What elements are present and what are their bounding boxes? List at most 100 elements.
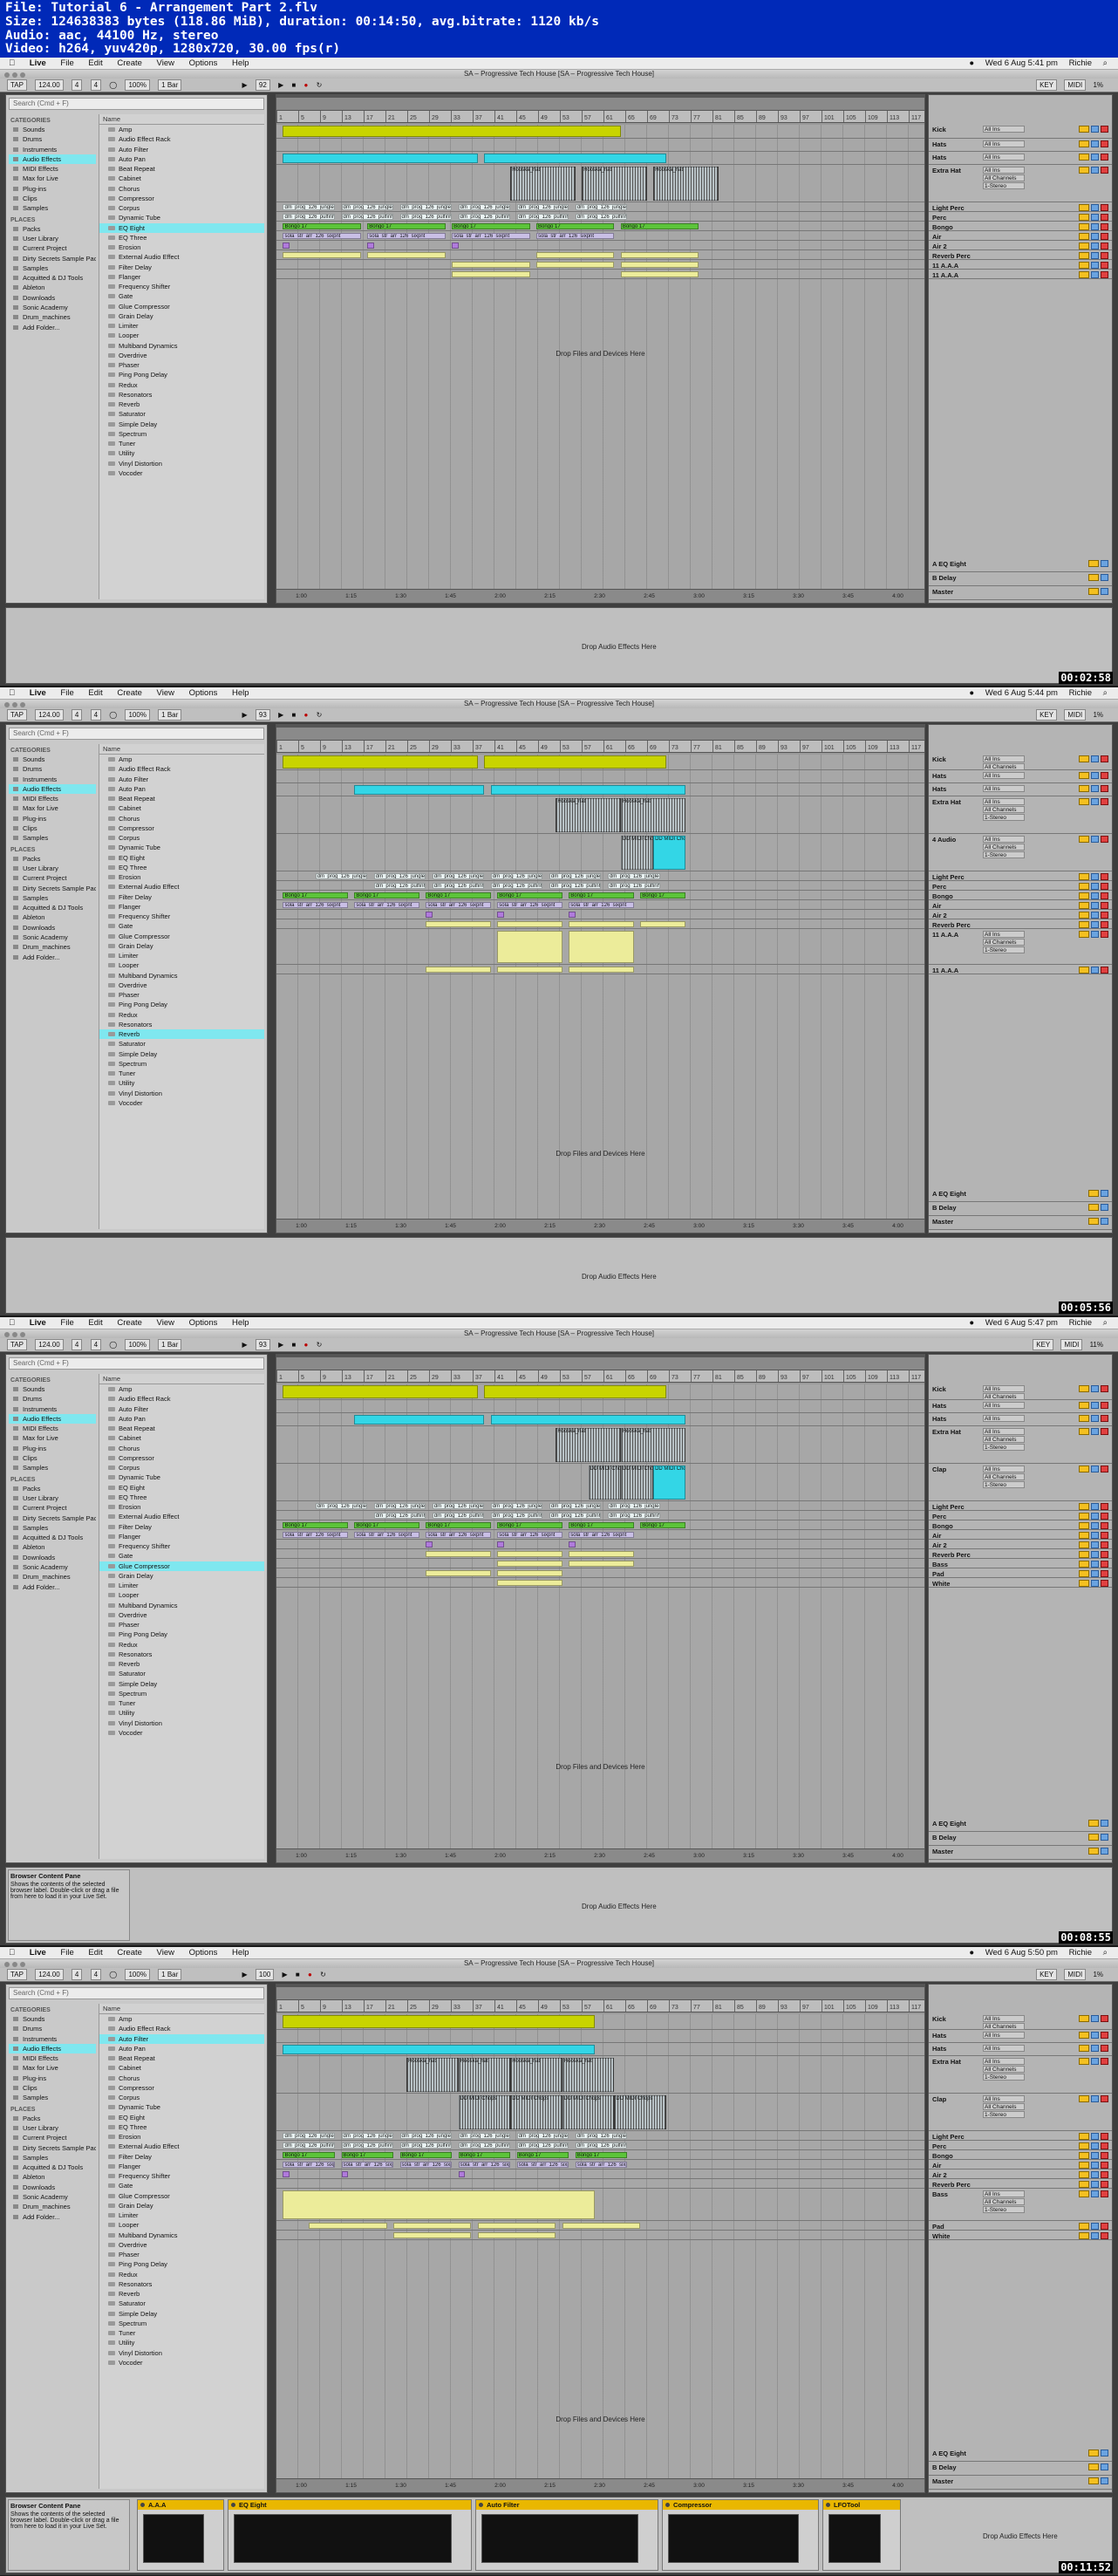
zoom-icon[interactable] (20, 72, 25, 78)
activator-button[interactable] (1088, 588, 1099, 595)
io-chooser[interactable]: All Ins (983, 2015, 1025, 2022)
effect-item[interactable]: Chorus (99, 1444, 264, 1453)
solo-button[interactable] (1091, 931, 1099, 938)
track-name[interactable]: 4 Audio (932, 836, 956, 844)
solo-button[interactable] (1101, 2450, 1108, 2456)
clip[interactable] (497, 1551, 562, 1557)
effect-item[interactable]: Corpus (99, 203, 264, 213)
activator-button[interactable] (1088, 2463, 1099, 2470)
meter-numerator[interactable]: 4 (71, 709, 83, 721)
effect-item[interactable]: Audio Effect Rack (99, 134, 264, 144)
effect-item[interactable]: Reverb (99, 1659, 264, 1669)
effect-item[interactable]: Gate (99, 2181, 264, 2190)
track-name[interactable]: Master (932, 2477, 953, 2485)
arm-button[interactable] (1101, 1580, 1108, 1587)
track-name[interactable]: Perc (932, 1513, 946, 1520)
device-title[interactable]: Auto Filter (476, 2500, 658, 2510)
track-name[interactable]: Kick (932, 126, 946, 133)
time-ruler[interactable]: 1:00 1:15 1:30 1:45 2:00 2:15 2:30 2:45 3:00 3:15… (276, 1219, 924, 1233)
name-column-header[interactable]: Name (99, 744, 264, 755)
arm-button[interactable] (1101, 243, 1108, 249)
io-chooser[interactable]: All Ins (983, 140, 1025, 147)
clip[interactable]: sola_str_arr_126_sixpnt (458, 2162, 511, 2168)
arm-button[interactable] (1101, 262, 1108, 269)
track-name[interactable]: B Delay (932, 1834, 957, 1841)
clip[interactable]: dm_prog_126_pulfinhs (373, 883, 426, 889)
io-chooser[interactable]: All Ins (983, 126, 1025, 133)
activator-button[interactable] (1079, 755, 1089, 762)
io-chooser[interactable]: All Ins (983, 154, 1025, 161)
tap-button[interactable]: TAP (7, 79, 27, 91)
io-chooser[interactable]: All Ins (983, 2095, 1025, 2102)
effect-item[interactable]: EQ Three (99, 863, 264, 872)
arm-button[interactable] (1101, 252, 1108, 259)
arm-button[interactable] (1101, 2015, 1108, 2022)
track-name[interactable]: Pad (932, 1570, 944, 1578)
track-name[interactable]: B Delay (932, 1204, 957, 1212)
effect-item[interactable]: Dynamic Tube (99, 1472, 264, 1482)
device-title[interactable]: A.A.A (138, 2500, 223, 2510)
clip[interactable]: dm_prog_126_jungle-1 (432, 1503, 485, 1509)
arm-button[interactable] (1101, 1551, 1108, 1558)
effect-item[interactable]: Flanger (99, 1532, 264, 1541)
clip[interactable] (536, 252, 615, 258)
effect-item[interactable]: Simple Delay (99, 1049, 264, 1059)
zoom-display[interactable]: 100% (125, 709, 150, 721)
solo-button[interactable] (1091, 2142, 1099, 2149)
solo-button[interactable] (1101, 1218, 1108, 1225)
apple-icon[interactable]:  (9, 1318, 15, 1328)
track-name[interactable]: Perc (932, 2142, 946, 2150)
effect-item[interactable]: EQ Eight (99, 2113, 264, 2122)
track-name[interactable]: Extra Hat (932, 2058, 961, 2066)
activator-button[interactable] (1079, 233, 1089, 240)
close-icon[interactable] (4, 1962, 10, 1967)
menu-help[interactable]: Help (232, 688, 249, 698)
clip[interactable]: dm_prog_126_jungle-1 (607, 873, 660, 879)
category-item[interactable]: Clips (9, 2083, 96, 2093)
solo-button[interactable] (1091, 126, 1099, 133)
io-chooser[interactable]: All Ins (983, 2058, 1025, 2065)
activator-button[interactable] (1079, 271, 1089, 278)
effect-item[interactable]: Overdrive (99, 2240, 264, 2250)
effect-item[interactable]: Saturator (99, 409, 264, 419)
effect-item[interactable]: External Audio Effect (99, 1512, 264, 1521)
clip[interactable]: sola_str_arr_126_sixpnt (575, 2162, 628, 2168)
menu-help[interactable]: Help (232, 58, 249, 68)
clip[interactable] (426, 1551, 491, 1557)
track-name[interactable]: 11 A.A.A (932, 931, 958, 939)
effect-item[interactable]: Vocoder (99, 2358, 264, 2368)
effect-item[interactable]: External Audio Effect (99, 252, 264, 262)
solo-button[interactable] (1091, 1513, 1099, 1520)
effect-item[interactable]: Grain Delay (99, 941, 264, 951)
clip[interactable] (393, 2232, 472, 2238)
io-chooser[interactable]: All Ins (983, 772, 1025, 779)
arm-button[interactable] (1101, 167, 1108, 174)
track-name[interactable]: Hats (932, 1402, 946, 1410)
clip[interactable] (490, 1415, 686, 1425)
places-item[interactable]: Add Folder... (9, 2212, 96, 2222)
effect-item[interactable]: Auto Pan (99, 1414, 264, 1424)
effect-item[interactable]: Auto Filter (99, 775, 264, 784)
effect-item[interactable]: Beat Repeat (99, 164, 264, 174)
stop-icon[interactable]: ■ (291, 711, 296, 719)
play-icon[interactable]: ▶ (278, 711, 283, 719)
activator-button[interactable] (1079, 2095, 1089, 2102)
clip[interactable]: Hooska_hat (406, 2058, 459, 2092)
activator-button[interactable] (1088, 2477, 1099, 2484)
clip[interactable]: dm_prog_126_jungle-1 (575, 2133, 628, 2139)
arrangement-overview[interactable] (276, 1985, 924, 2000)
clip[interactable]: dm_prog_126_jungle-1 (458, 204, 511, 210)
device-drop-zone[interactable]: Drop Audio Effects Here (582, 643, 657, 651)
clip[interactable]: dm_prog_126_jungle-1 (490, 873, 543, 879)
activator-button[interactable] (1079, 921, 1089, 928)
places-item[interactable]: User Library (9, 2123, 96, 2133)
metronome-icon[interactable]: ◯ (109, 1971, 117, 1978)
clip[interactable]: dm_prog_126_pulfinhs (432, 883, 485, 889)
activator-button[interactable] (1079, 2058, 1089, 2065)
clip[interactable] (497, 921, 562, 927)
effect-item[interactable]: Vinyl Distortion (99, 459, 264, 468)
minimize-icon[interactable] (12, 702, 17, 707)
arm-button[interactable] (1101, 2181, 1108, 2188)
clip[interactable]: dm_prog_126_pulfinhs (490, 1513, 543, 1519)
effect-item[interactable]: Auto Pan (99, 154, 264, 164)
